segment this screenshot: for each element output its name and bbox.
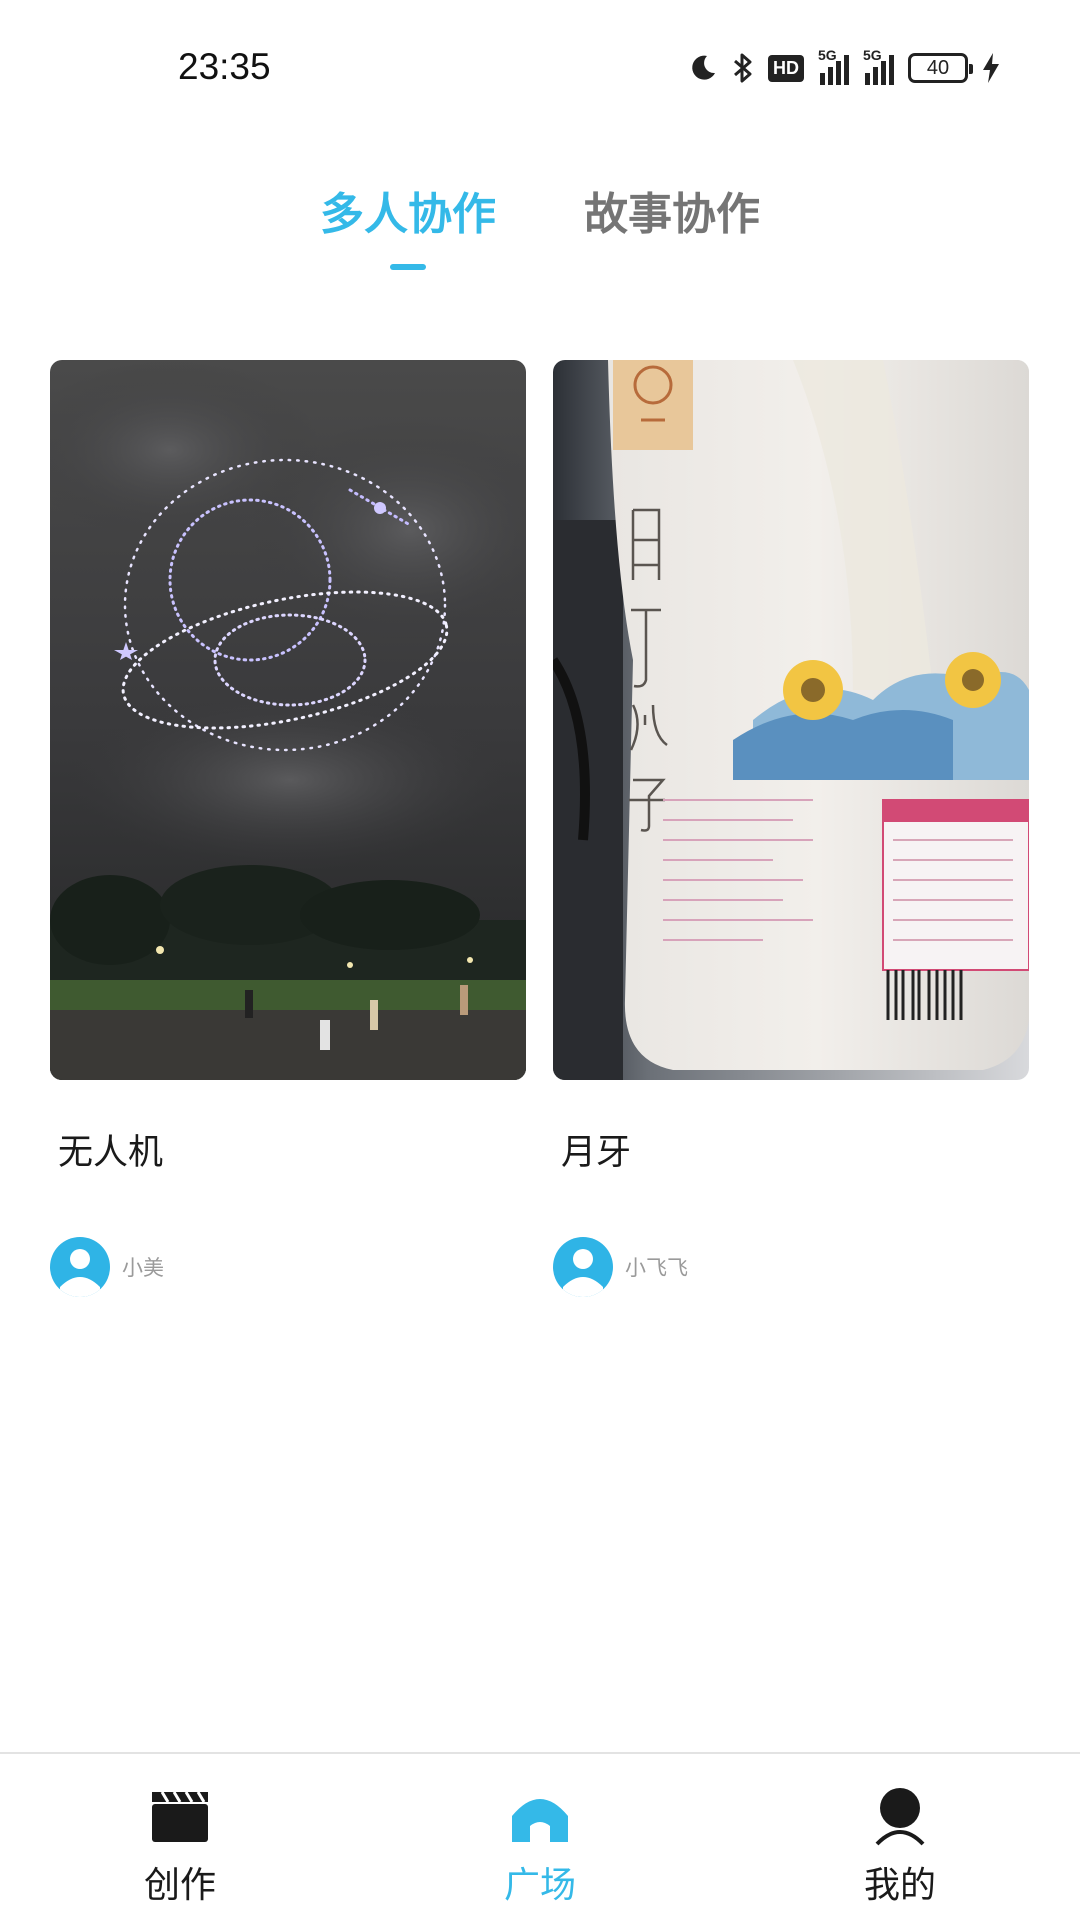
- network-label: 5G: [863, 47, 882, 63]
- clapperboard-icon: [148, 1784, 212, 1848]
- nav-item-create[interactable]: 创作: [0, 1754, 360, 1920]
- post-author[interactable]: 小美: [50, 1237, 526, 1297]
- status-time: 23:35: [178, 46, 271, 87]
- author-name: 小飞飞: [625, 1256, 688, 1280]
- moon-icon: [688, 53, 718, 83]
- nav-label: 我的: [863, 1865, 936, 1906]
- bottom-nav: 创作 广场 我的: [0, 1752, 1080, 1920]
- battery-level: 40: [926, 56, 950, 79]
- tab-story-collab[interactable]: 故事协作: [584, 178, 760, 268]
- tab-multi-collab[interactable]: 多人协作: [320, 178, 496, 270]
- post-title: 无人机: [58, 1133, 164, 1173]
- tab-label: 故事协作: [584, 189, 760, 240]
- post-author[interactable]: 小飞飞: [553, 1237, 1029, 1297]
- nav-label: 创作: [143, 1865, 216, 1906]
- tab-indicator: [390, 264, 426, 270]
- network-label: 5G: [818, 47, 837, 63]
- tab-label: 多人协作: [320, 189, 496, 240]
- charging-icon: [982, 52, 1000, 84]
- user-icon: [868, 1784, 932, 1848]
- avatar[interactable]: [50, 1237, 110, 1297]
- status-bar: 23:35 HD 5G 5G 40: [0, 0, 1080, 140]
- status-icons: HD 5G 5G 40: [688, 46, 1000, 90]
- home-icon: [508, 1784, 572, 1848]
- signal-icon: 5G: [863, 47, 894, 85]
- avatar[interactable]: [553, 1237, 613, 1297]
- signal-icon: 5G: [818, 47, 849, 85]
- post-grid: 无人机 小美 月牙 小飞飞: [50, 360, 1030, 1297]
- nav-item-square[interactable]: 广场: [360, 1754, 720, 1920]
- top-tabs: 多人协作 故事协作: [0, 178, 1080, 270]
- bluetooth-icon: [732, 52, 754, 84]
- drone-light-show-photo[interactable]: [50, 360, 526, 1080]
- post-card[interactable]: 月牙 小飞飞: [553, 360, 1029, 1297]
- sunflower-seed-bag-photo[interactable]: [553, 360, 1029, 1080]
- battery-icon: 40: [908, 53, 973, 83]
- hd-icon: HD: [768, 54, 804, 82]
- author-name: 小美: [122, 1256, 164, 1280]
- nav-item-mine[interactable]: 我的: [720, 1754, 1080, 1920]
- post-card[interactable]: 无人机 小美: [50, 360, 526, 1297]
- nav-label: 广场: [503, 1865, 576, 1906]
- post-title: 月牙: [561, 1133, 632, 1173]
